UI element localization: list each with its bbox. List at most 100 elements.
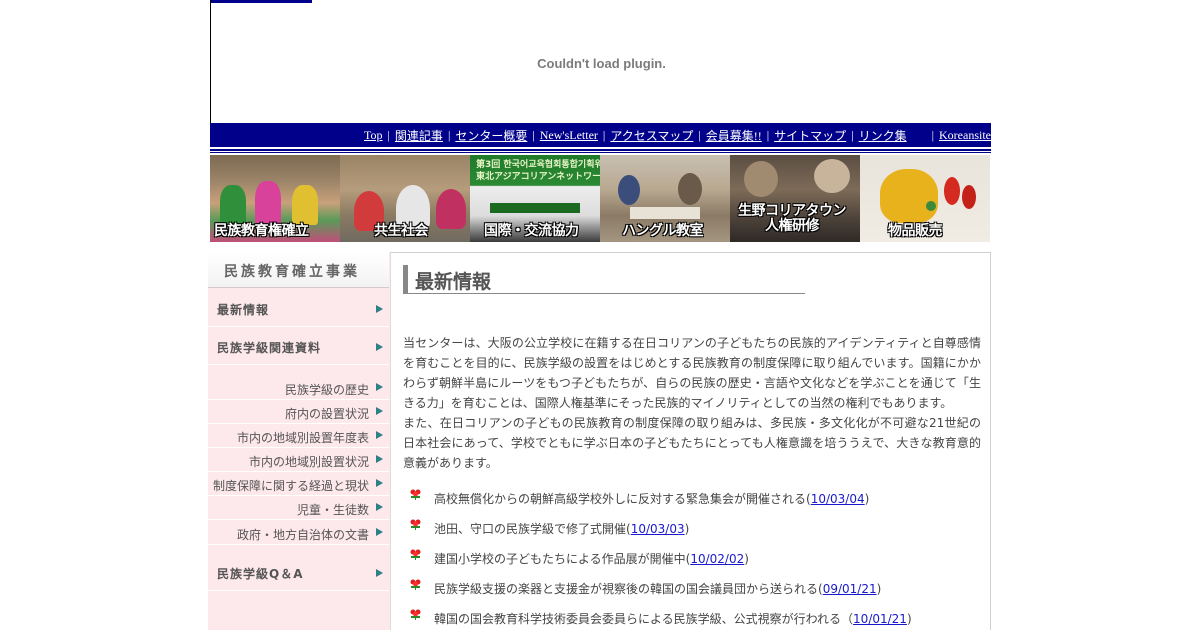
pepper-shape: [944, 177, 960, 205]
banner-tile-ikuno-koreatown[interactable]: 生野コリアタウン 人権研修: [730, 155, 860, 242]
sidebar-subitem-prefecture-status[interactable]: 府内の設置状況: [208, 400, 389, 424]
sidebar-subitem-city-year-table[interactable]: 市内の地域別設置年度表: [208, 424, 389, 448]
sidebar-header: 民族教育確立事業: [208, 252, 389, 288]
banner: 民族教育権確立 共生社会 第3回 한국어교육협회통합기획워크숍 東北アジアコリア…: [210, 155, 991, 242]
table-shape: [630, 207, 700, 219]
banner-tile-coexistence[interactable]: 共生社会: [340, 155, 470, 242]
arrow-right-icon: [376, 343, 383, 351]
news-date-link[interactable]: 10/02/02: [690, 552, 744, 566]
news-date-link[interactable]: 10/03/04: [811, 492, 865, 506]
news-list: 高校無償化からの朝鮮高級学校外しに反対する緊急集会が開催される(10/03/04…: [403, 489, 983, 643]
sidebar-subitem-label: 児童・生徒数: [296, 503, 369, 517]
nav-separator: |: [931, 127, 935, 142]
nav-separator: |: [447, 127, 451, 142]
banner-caption: 生野コリアタウン 人権研修: [738, 203, 847, 234]
news-text: 韓国の国会教育科学技術委員会委員らによる民族学級、公式視察が行われる（: [434, 612, 854, 626]
arrow-right-icon: [376, 479, 383, 487]
news-close: ): [864, 492, 870, 506]
nav-separator: |: [851, 127, 854, 142]
nav-separator: |: [766, 127, 770, 142]
sidebar-item-label: 民族学級関連資料: [217, 341, 322, 355]
news-item: 韓国の国会教育科学技術委員会委員らによる民族学級、公式視察が行われる（10/01…: [403, 609, 983, 643]
banner-caption: ハングル教室: [622, 223, 704, 239]
sidebar-subitem-student-count[interactable]: 児童・生徒数: [208, 496, 389, 520]
banner-tile-hangul-class[interactable]: ハングル教室: [600, 155, 730, 242]
nav-link-koreansite[interactable]: Koreansite: [939, 128, 991, 143]
news-date-link[interactable]: 09/01/21: [823, 582, 877, 596]
sidebar: 民族教育確立事業 最新情報 民族学級関連資料 民族学級の歴史 府内の設置状況 市…: [208, 252, 391, 630]
news-item: 高校無償化からの朝鮮高級学校外しに反対する緊急集会が開催される(10/03/04…: [403, 489, 983, 523]
sidebar-title: 民族教育確立事業: [224, 264, 360, 280]
nav-link-center-overview[interactable]: センター概要: [455, 127, 527, 144]
figure-shape: [618, 175, 640, 205]
news-date-link[interactable]: 10/03/03: [631, 522, 685, 536]
table-shape: [490, 203, 580, 213]
flower-bullet-icon: [410, 609, 421, 620]
nav-separator: |: [602, 127, 606, 142]
nav-link-sitemap[interactable]: サイトマップ: [774, 127, 846, 144]
news-item: 民族学級支援の楽器と支援金が視察後の韓国の国会議員団から送られる(09/01/2…: [403, 579, 983, 613]
sidebar-subitem-city-status[interactable]: 市内の地域別設置状況: [208, 448, 389, 472]
nav-separator: |: [698, 127, 701, 142]
sidebar-subitem-government-documents[interactable]: 政府・地方自治体の文書: [208, 521, 389, 545]
banner-caption: 物品販売: [888, 223, 943, 239]
arrow-right-icon: [376, 407, 383, 415]
news-date-link[interactable]: 10/01/21: [853, 612, 907, 626]
nav-link-membership[interactable]: 会員募集!!: [706, 127, 762, 144]
flower-bullet-icon: [410, 489, 421, 500]
flower-bullet-icon: [410, 519, 421, 530]
flower-bullet-icon: [410, 549, 421, 560]
sidebar-subitem-label: 政府・地方自治体の文書: [236, 528, 369, 542]
sidebar-subitem-history[interactable]: 民族学級の歴史: [208, 376, 389, 400]
intro-paragraph: また、在日コリアンの子どもの民族教育の制度保障の取り組みは、多民族・多文化化が不…: [403, 416, 981, 470]
figure-shape: [744, 161, 778, 197]
sidebar-subitem-label: 民族学級の歴史: [284, 383, 369, 397]
arrow-right-icon: [376, 455, 383, 463]
arrow-right-icon: [376, 503, 383, 511]
banner-tile-international-exchange[interactable]: 第3回 한국어교육협회통합기획워크숍 東北アジアコリアンネットワーク国際会議 国…: [470, 155, 600, 242]
arrow-right-icon: [376, 431, 383, 439]
arrow-right-icon: [376, 383, 383, 391]
news-item: 建国小学校の子どもたちによる作品展が開催中(10/02/02): [403, 549, 983, 583]
sidebar-item-label: 最新情報: [217, 303, 270, 317]
nav-link-top[interactable]: Top: [364, 128, 383, 143]
page-title: 最新情報: [415, 271, 492, 293]
bead-shape: [926, 201, 936, 211]
banner-tile-ethnic-education[interactable]: 民族教育権確立: [210, 155, 340, 242]
plugin-strip: [211, 0, 312, 3]
intro-text: 当センターは、大阪の公立学校に在籍する在日コリアンの子どもたちの民族的アイデンテ…: [403, 333, 981, 473]
sidebar-item-ethnic-class-qa[interactable]: 民族学級Q＆A: [208, 554, 389, 591]
banner-caption: 国際・交流協力: [484, 223, 579, 239]
figure-shape: [678, 173, 702, 205]
figure-shape: [814, 159, 850, 193]
arrow-right-icon: [376, 528, 383, 536]
nav-link-access-map[interactable]: アクセスマップ: [610, 127, 693, 144]
plugin-error-message: Couldn't load plugin.: [537, 56, 666, 71]
pouch-shape: [880, 169, 938, 223]
nav-link-links[interactable]: リンク集: [859, 127, 907, 144]
top-navigation: Top | 関連記事 | センター概要 | New'sLetter | アクセス…: [210, 123, 991, 147]
sidebar-subitem-label: 市内の地域別設置年度表: [236, 431, 369, 445]
news-close: ): [876, 582, 882, 596]
sidebar-item-ethnic-class-materials[interactable]: 民族学級関連資料: [208, 328, 389, 365]
news-text: 池田、守口の民族学級で修了式開催(: [434, 522, 631, 536]
banner-tile-goods-sales[interactable]: 物品販売: [860, 155, 990, 242]
divider-rule: [210, 152, 991, 153]
figure-shape: [292, 185, 318, 225]
banner-inner-title: 第3回 한국어교육협회통합기획워크숍 東北アジアコリアンネットワーク国際会議: [476, 160, 600, 182]
figure-shape: [255, 181, 281, 225]
news-item: 池田、守口の民族学級で修了式開催(10/03/03): [403, 519, 983, 553]
news-text: 建国小学校の子どもたちによる作品展が開催中(: [434, 552, 691, 566]
divider-rule: [210, 149, 991, 151]
sidebar-subitem-system-guarantee[interactable]: 制度保障に関する経過と現状: [208, 472, 389, 496]
page: Couldn't load plugin. Top | 関連記事 | センター概…: [208, 0, 991, 630]
figure-shape: [220, 185, 246, 225]
nav-separator: |: [387, 127, 390, 142]
sidebar-subitem-label: 府内の設置状況: [284, 407, 369, 421]
sidebar-subitem-label: 制度保障に関する経過と現状: [212, 479, 369, 493]
banner-caption: 共生社会: [374, 223, 429, 239]
nav-link-related-articles[interactable]: 関連記事: [395, 127, 443, 144]
nav-link-newsletter[interactable]: New'sLetter: [540, 128, 598, 143]
plugin-area: Couldn't load plugin.: [210, 0, 991, 123]
sidebar-item-latest-news[interactable]: 最新情報: [208, 290, 389, 327]
